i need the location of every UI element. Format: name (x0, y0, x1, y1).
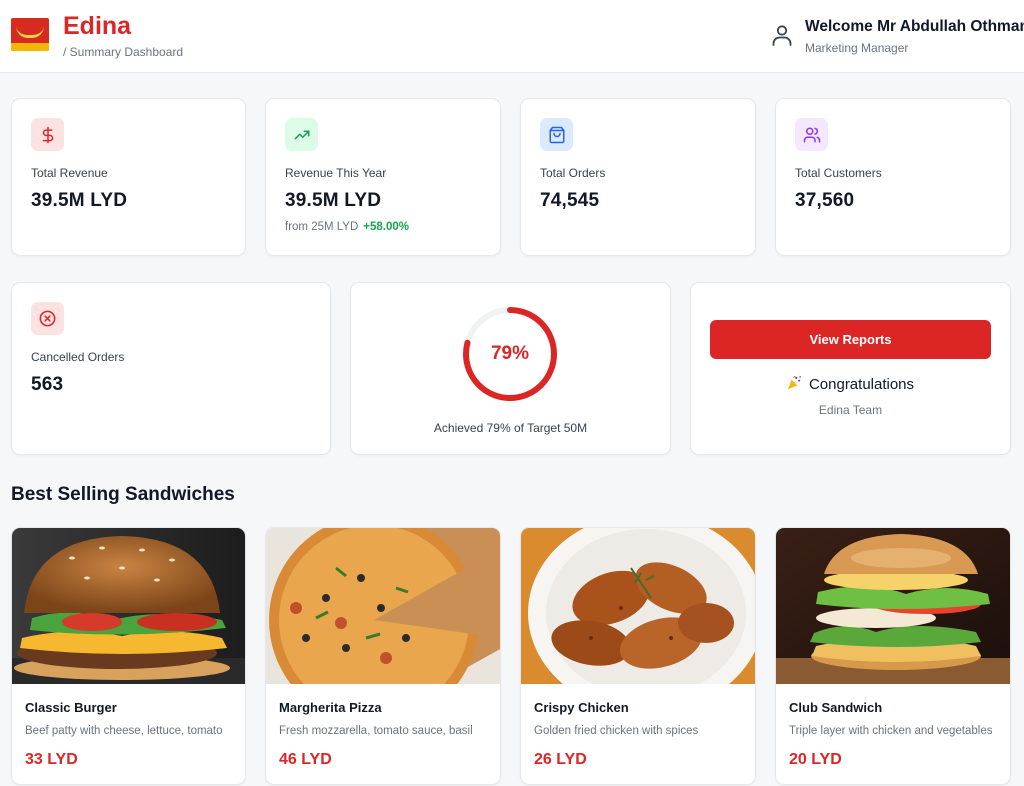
target-progress-card: 79% Achieved 79% of Target 50M (350, 282, 671, 455)
product-price: 20 LYD (789, 751, 842, 768)
club-sandwich-photo (776, 528, 1010, 684)
stat-label: Total Customers (795, 166, 882, 180)
product-name: Crispy Chicken (534, 700, 629, 715)
dollar-icon (31, 118, 64, 151)
reports-card: View Reports Congratulations Edina Team (690, 282, 1011, 455)
target-caption: Achieved 79% of Target 50M (433, 421, 588, 435)
margherita-pizza-photo (266, 528, 500, 684)
product-price: 26 LYD (534, 751, 587, 768)
section-title: Best Selling Sandwiches (11, 484, 235, 505)
user-role: Marketing Manager (805, 41, 909, 55)
classic-burger-photo (12, 528, 245, 684)
stat-value: 563 (31, 374, 64, 395)
stat-change-badge: +58.00% (363, 221, 410, 233)
edina-logo-icon[interactable] (11, 18, 49, 51)
party-popper-icon (787, 375, 802, 393)
product-description: Fresh mozzarella, tomato sauce, basil (279, 725, 473, 737)
product-price: 46 LYD (279, 751, 332, 768)
trending-up-icon (285, 118, 318, 151)
stat-label: Revenue This Year (285, 166, 387, 180)
team-signature: Edina Team (818, 403, 883, 417)
welcome-message: Welcome Mr Abdullah Othman (805, 18, 1024, 35)
stat-label: Total Orders (540, 166, 606, 180)
stat-label: Cancelled Orders (31, 350, 125, 364)
crispy-chicken-photo (521, 528, 755, 684)
product-card-margherita-pizza[interactable]: Margherita Pizza Fresh mozzarella, tomat… (265, 527, 501, 785)
product-card-club-sandwich[interactable]: Club Sandwich Triple layer with chicken … (775, 527, 1011, 785)
stat-card-revenue-this-year: Revenue This Year 39.5M LYD from 25M LYD… (265, 98, 501, 256)
brand-name: Edina (63, 12, 132, 40)
product-card-crispy-chicken[interactable]: Crispy Chicken Golden fried chicken with… (520, 527, 756, 785)
congratulations-text: Congratulations (808, 376, 915, 393)
stat-value: 37,560 (795, 190, 855, 211)
product-description: Beef patty with cheese, lettuce, tomato (25, 725, 223, 737)
x-circle-icon (31, 302, 64, 335)
breadcrumb: / Summary Dashboard (63, 45, 184, 59)
stat-comparison: from 25M LYD +58.00% (285, 221, 409, 233)
product-name: Margherita Pizza (279, 700, 382, 715)
product-name: Classic Burger (25, 700, 117, 715)
stat-value: 39.5M LYD (31, 190, 128, 211)
product-card-classic-burger[interactable]: Classic Burger Beef patty with cheese, l… (11, 527, 246, 785)
product-name: Club Sandwich (789, 700, 883, 715)
top-header: Edina / Summary Dashboard Welcome Mr Abd… (0, 0, 1024, 73)
product-description: Triple layer with chicken and vegetables (789, 725, 993, 737)
stat-card-total-orders: Total Orders 74,545 (520, 98, 756, 256)
user-icon[interactable] (770, 23, 794, 47)
stat-value: 39.5M LYD (285, 190, 382, 211)
congratulations-message: Congratulations (691, 375, 1010, 393)
product-price: 33 LYD (25, 751, 78, 768)
stat-baseline: from 25M LYD (285, 221, 359, 233)
target-percent: 79% (490, 343, 530, 364)
stat-card-total-revenue: Total Revenue 39.5M LYD (11, 98, 246, 256)
shopping-bag-icon (540, 118, 573, 151)
users-icon (795, 118, 828, 151)
view-reports-button[interactable]: View Reports (710, 320, 991, 359)
stat-card-total-customers: Total Customers 37,560 (775, 98, 1011, 256)
stat-label: Total Revenue (31, 166, 108, 180)
product-description: Golden fried chicken with spices (534, 725, 699, 737)
stat-card-cancelled-orders: Cancelled Orders 563 (11, 282, 331, 455)
stat-value: 74,545 (540, 190, 600, 211)
